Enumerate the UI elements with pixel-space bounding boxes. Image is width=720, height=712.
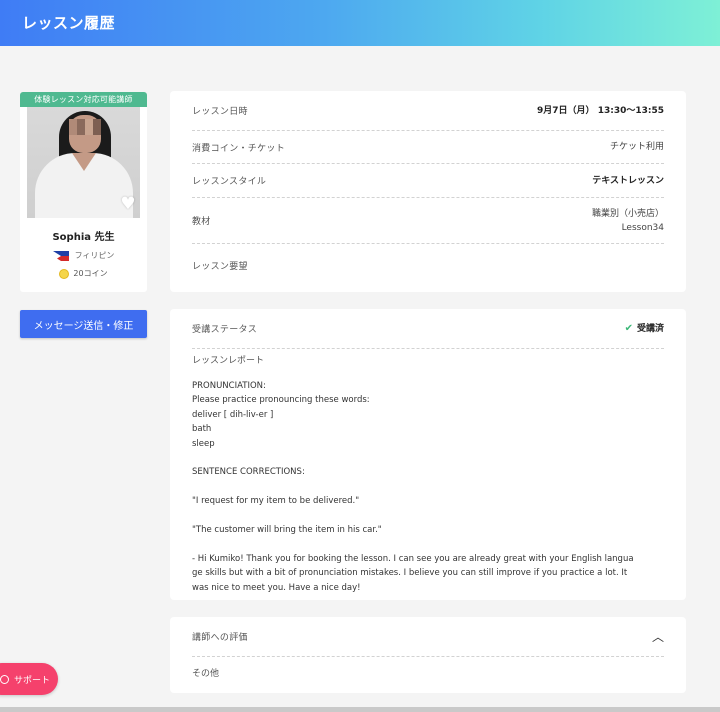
nationality-label: フィリピン (74, 251, 115, 260)
lesson-material-row: 教材 職業別（小売店） Lesson34 (192, 198, 664, 244)
lesson-cost-row: 消費コイン・チケット チケット利用 (192, 131, 664, 164)
lesson-status-panel: 受講ステータス ✔ 受講済 レッスンレポート PRONUNCIATION: Ple… (170, 309, 686, 600)
lesson-cost-value: チケット利用 (609, 142, 664, 152)
status-value: 受講済 (636, 323, 664, 334)
page-header: レッスン履歴 (0, 0, 720, 46)
report-text: PRONUNCIATION: Please practice pronounci… (192, 381, 634, 593)
philippines-flag-icon (52, 250, 69, 261)
lesson-style-value: テキストレッスン (592, 175, 664, 186)
lesson-date-row: レッスン日時 9月7日（月） 13:30～13:55 (192, 91, 664, 131)
bottom-scrollbar[interactable] (0, 707, 720, 712)
lesson-material-value: 職業別（小売店） Lesson34 (592, 207, 664, 235)
support-label: サポート (14, 675, 51, 686)
lesson-request-label: レッスン要望 (192, 261, 248, 272)
face-mosaic (69, 119, 101, 135)
teacher-name: Sophia 先生 (52, 232, 115, 243)
lesson-material-label: 教材 (192, 217, 211, 227)
lesson-style-label: レッスンスタイル (192, 177, 267, 187)
report-label: レッスンレポート (192, 356, 265, 366)
teacher-coins: 20コイン (20, 268, 147, 279)
evaluation-label: 講師への評価 (192, 633, 248, 643)
material-category: 職業別（小売店） (591, 208, 664, 219)
trial-badge: 体験レッスン対応可能講師 (20, 92, 147, 107)
teacher-nationality: フィリピン (20, 250, 147, 261)
lesson-info-panel: レッスン日時 9月7日（月） 13:30～13:55 消費コイン・チケット チケ… (170, 91, 686, 292)
lesson-request-row: レッスン要望 (192, 244, 664, 286)
evaluation-row[interactable]: 講師への評価 ︿ (192, 617, 664, 657)
material-lesson: Lesson34 (621, 222, 664, 233)
lesson-date-value: 9月7日（月） 13:30～13:55 (537, 105, 664, 116)
lesson-style-row: レッスンスタイル テキストレッスン (192, 164, 664, 198)
support-button[interactable]: サポート (0, 663, 58, 695)
evaluation-other: その他 (192, 669, 220, 679)
page-title: レッスン履歴 (22, 14, 116, 32)
coins-label: 20コイン (73, 269, 108, 278)
lesson-cost-label: 消費コイン・チケット (192, 143, 286, 154)
send-message-button[interactable]: メッセージ送信・修正 (20, 310, 147, 338)
lesson-date-label: レッスン日時 (192, 107, 248, 117)
status-label: 受講ステータス (192, 325, 258, 335)
support-icon (0, 674, 9, 684)
status-badge: ✔ 受講済 (625, 322, 664, 336)
check-icon: ✔ (624, 322, 633, 334)
teacher-card[interactable]: 体験レッスン対応可能講師 ♥ Sophia 先生 フィリピン 20コイン (20, 92, 147, 292)
heart-icon[interactable]: ♥ (120, 196, 136, 213)
coin-icon (59, 268, 70, 279)
evaluation-panel: 講師への評価 ︿ その他 (170, 617, 686, 693)
teacher-photo[interactable]: ♥ (27, 107, 140, 218)
chevron-up-icon[interactable]: ︿ (652, 631, 664, 643)
status-row: 受講ステータス ✔ 受講済 (192, 309, 664, 349)
